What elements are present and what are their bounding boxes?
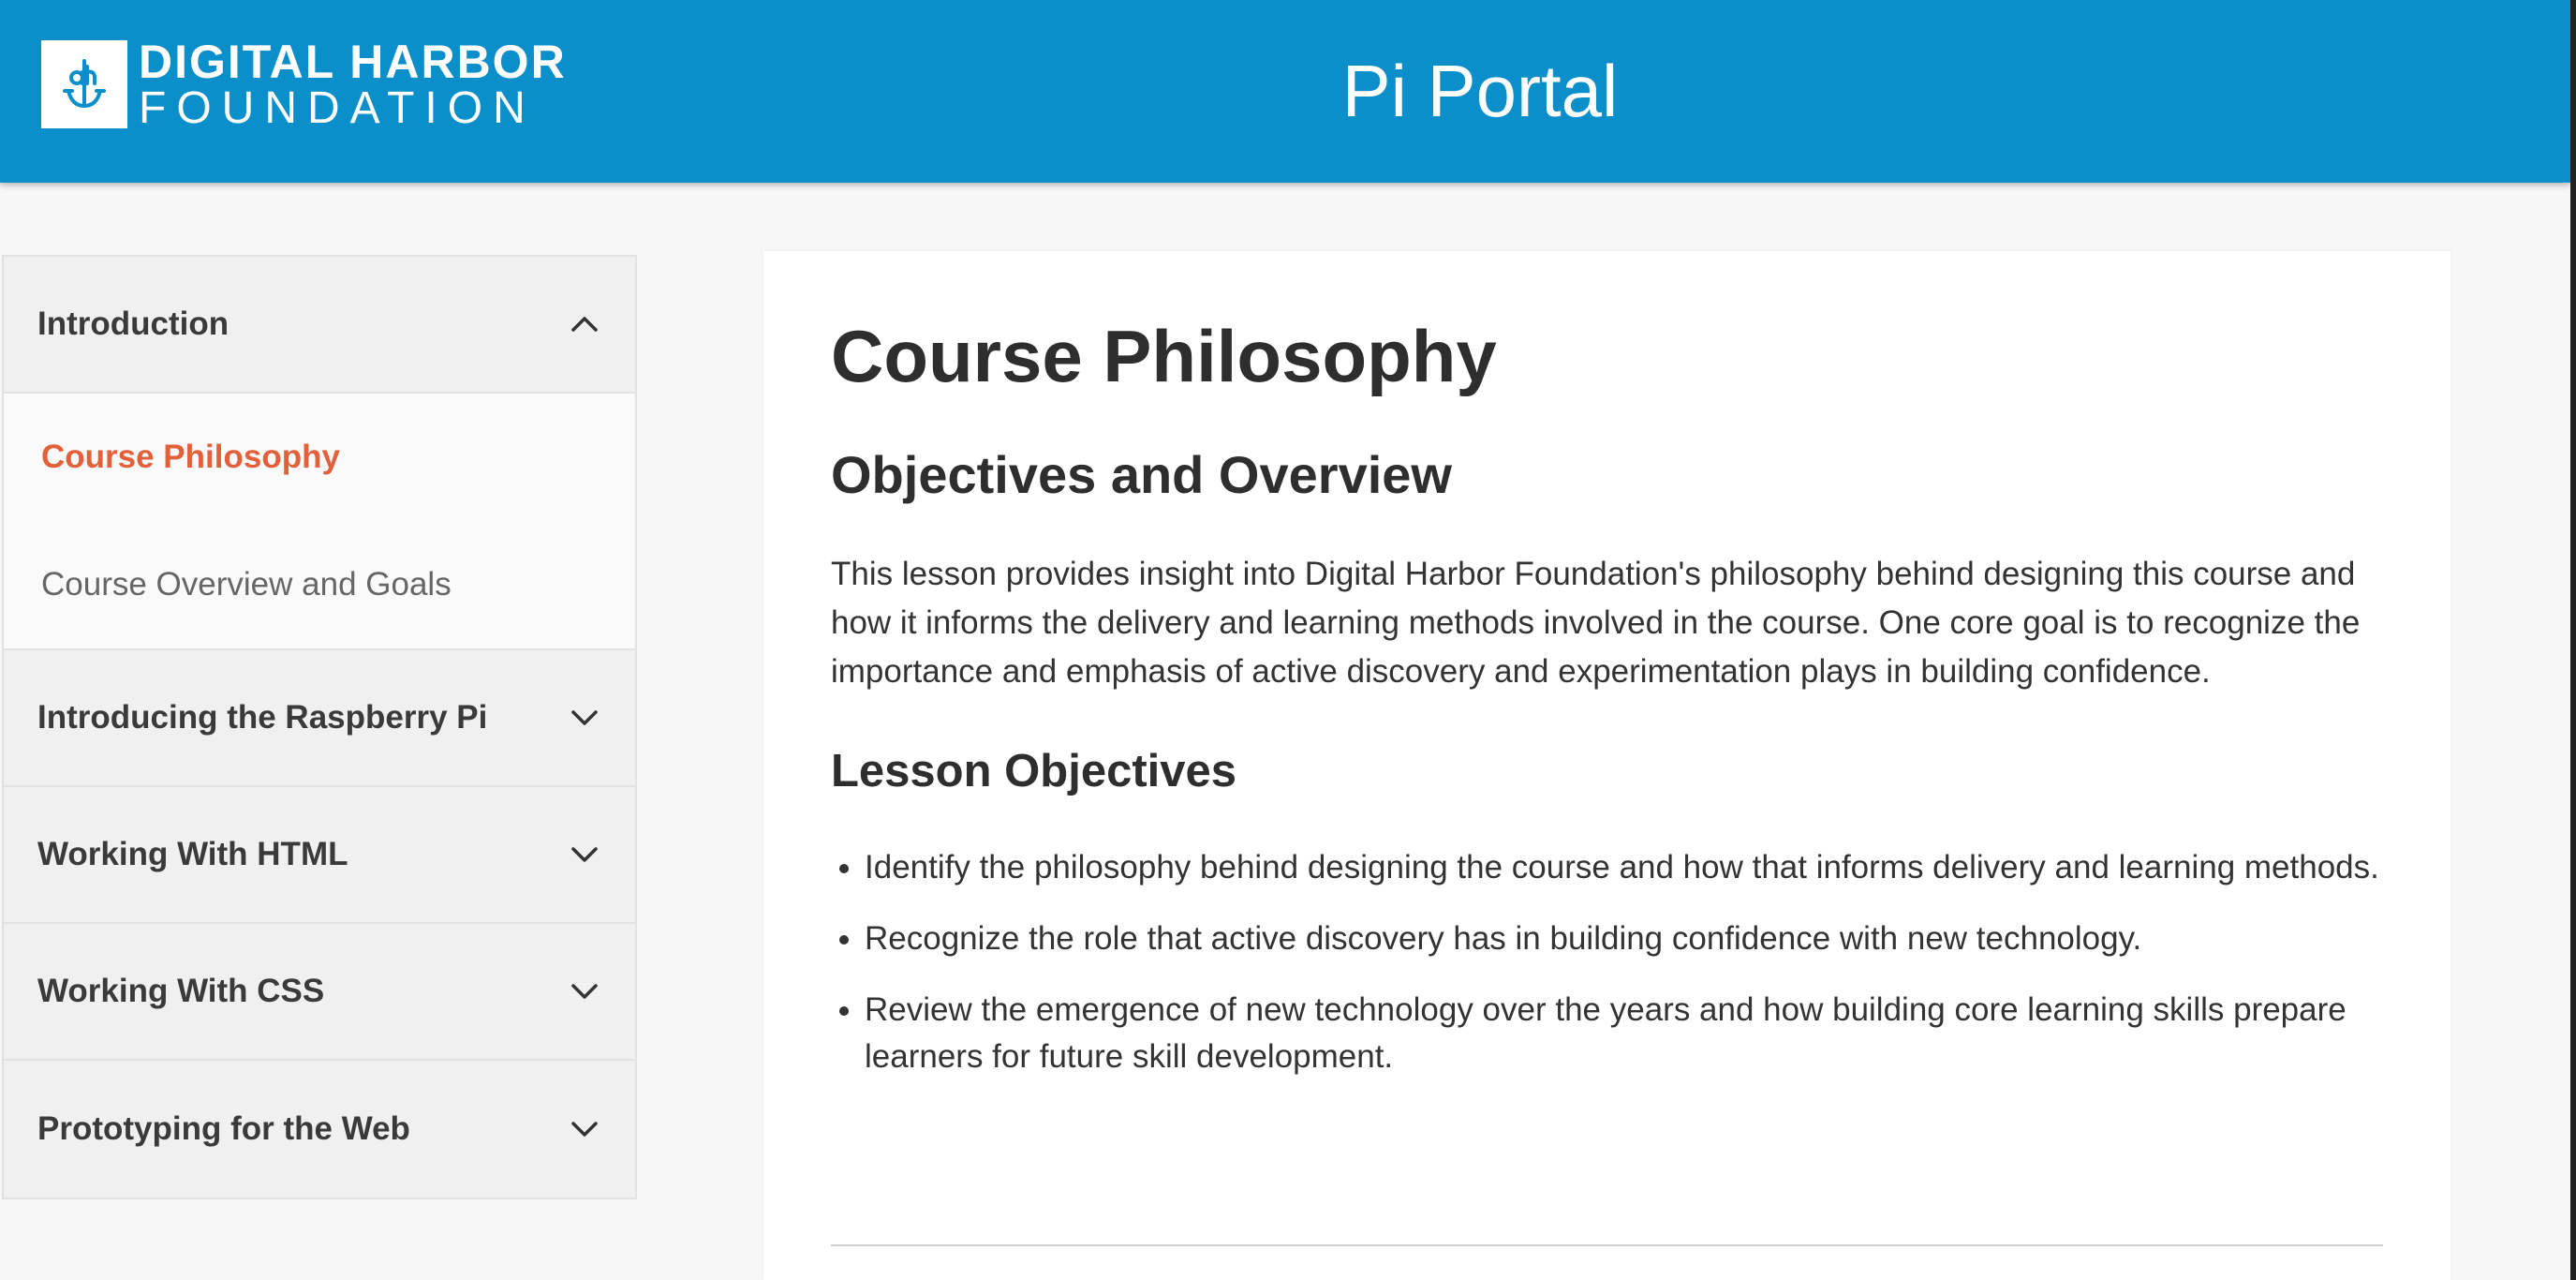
chevron-up-icon[interactable] (568, 307, 601, 341)
chevron-down-icon[interactable] (568, 701, 601, 735)
chevron-down-icon[interactable] (568, 838, 601, 871)
sidebar-item-course-overview[interactable]: Course Overview and Goals (4, 521, 635, 648)
introduction-lessons: Course Philosophy Course Overview and Go… (4, 394, 635, 650)
sidebar-section-introduction[interactable]: Introduction (4, 257, 635, 394)
intro-paragraph: This lesson provides insight into Digita… (831, 556, 2361, 691)
list-item: Review the emergence of new technology o… (865, 987, 2383, 1080)
list-item: Recognize the role that active discovery… (865, 915, 2383, 962)
section-heading-overview: Objectives and Overview (831, 444, 1452, 504)
sidebar-section-prototyping[interactable]: Prototyping for the Web (4, 1061, 635, 1198)
sidebar-section-raspberry-pi[interactable]: Introducing the Raspberry Pi (4, 650, 635, 787)
divider (831, 1244, 2383, 1246)
section-title: Prototyping for the Web (37, 1110, 410, 1147)
section-title: Working With HTML (37, 836, 348, 872)
sidebar-section-html[interactable]: Working With HTML (4, 787, 635, 924)
sidebar-item-course-philosophy[interactable]: Course Philosophy (4, 394, 635, 521)
objectives-list: Identify the philosophy behind designing… (831, 844, 2383, 1080)
list-item: Identify the philosophy behind designing… (865, 844, 2383, 891)
site-title: Pi Portal (1341, 50, 1619, 132)
section-title: Introducing the Raspberry Pi (37, 699, 488, 736)
chevron-down-icon[interactable] (568, 975, 601, 1008)
course-sidebar: Introduction Course Philosophy Course Ov… (2, 255, 637, 1199)
page-title: Course Philosophy (831, 315, 1497, 397)
section-heading-objectives: Lesson Objectives (831, 746, 1237, 797)
section-title: Working With CSS (37, 973, 325, 1009)
site-header: DIGITAL HARBOR FOUNDATION Pi Portal (0, 0, 2570, 183)
window-edge (2570, 0, 2576, 1280)
chevron-down-icon[interactable] (568, 1112, 601, 1146)
sidebar-section-css[interactable]: Working With CSS (4, 924, 635, 1061)
section-title: Introduction (37, 305, 229, 342)
lesson-content: Course Philosophy Objectives and Overvie… (763, 251, 2450, 1280)
